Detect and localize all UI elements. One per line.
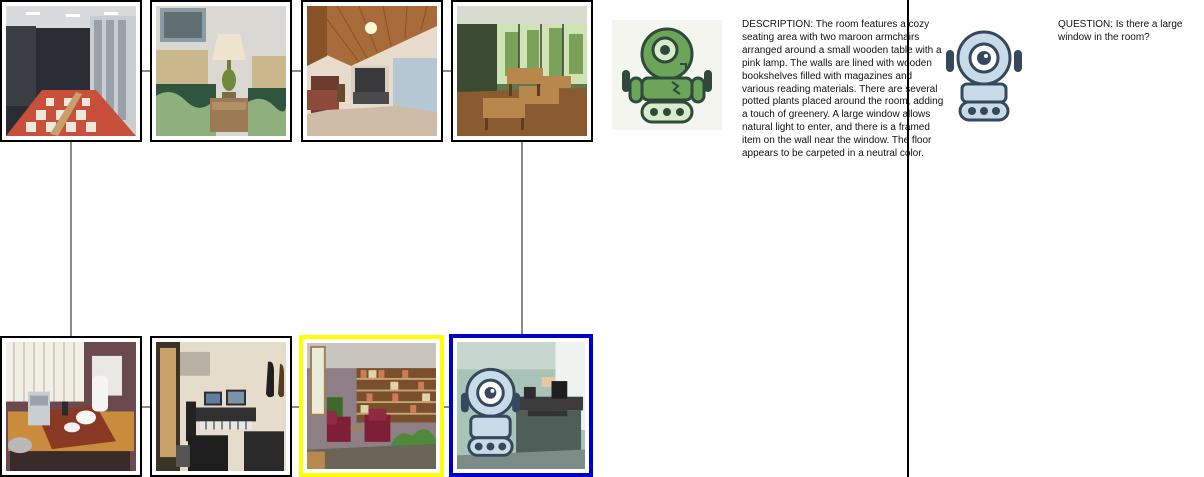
image-tile-bedroom[interactable] — [150, 0, 292, 142]
image-tile-office[interactable] — [449, 334, 593, 477]
questioner-avatar — [944, 28, 1024, 122]
image-tile-kitchen-counter[interactable] — [0, 336, 142, 477]
image-tile-attic-living-room[interactable] — [301, 0, 443, 142]
image-tile-music-studio[interactable] — [150, 336, 292, 477]
attic-photo — [307, 6, 437, 136]
classroom-photo — [457, 6, 587, 136]
image-tile-locker-room[interactable] — [0, 0, 142, 142]
studio-photo — [156, 342, 286, 471]
reading-room-photo — [307, 343, 436, 469]
image-tile-classroom[interactable] — [451, 0, 593, 142]
question-container: QUESTION: Is there a large window in the… — [1058, 19, 1204, 59]
kettle-photo — [6, 342, 136, 471]
bedroom-photo — [156, 6, 286, 136]
green-robot-icon — [622, 27, 712, 124]
question-text: QUESTION: Is there a large window in the… — [1058, 19, 1183, 43]
description-text: DESCRIPTION: The room features a cozy se… — [742, 19, 944, 160]
panel-divider — [907, 0, 909, 477]
office-photo — [457, 342, 585, 469]
locker-room-photo — [6, 6, 136, 136]
connector-line — [70, 141, 72, 337]
connector-line — [521, 141, 523, 337]
blue-robot-icon — [946, 30, 1022, 122]
image-tile-reading-room[interactable] — [299, 335, 444, 477]
describer-avatar — [612, 20, 722, 130]
